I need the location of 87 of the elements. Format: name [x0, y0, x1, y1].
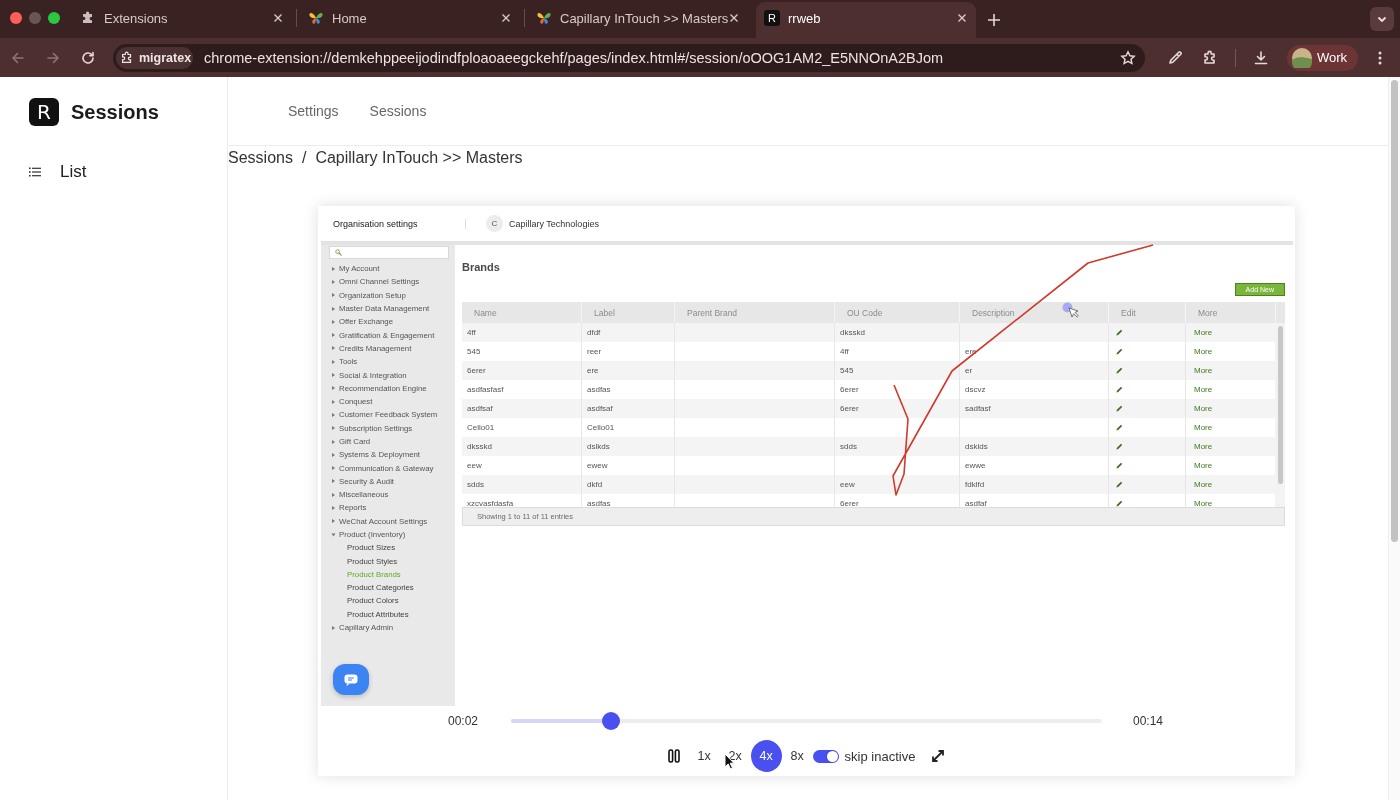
browser-tab[interactable]: Extensions — [72, 2, 292, 38]
nav-link[interactable]: Sessions — [369, 103, 427, 119]
more-link[interactable]: More — [1194, 499, 1213, 507]
page-scrollbar[interactable] — [1391, 80, 1398, 542]
zoom-window-icon[interactable] — [48, 12, 60, 24]
pause-icon[interactable] — [667, 749, 680, 763]
butterfly-icon — [536, 10, 552, 26]
site-info-chip[interactable]: migratex — [116, 46, 193, 69]
pencil-icon[interactable] — [1116, 481, 1123, 488]
pencil-icon[interactable] — [1116, 443, 1123, 450]
more-link[interactable]: More — [1194, 366, 1213, 375]
butterfly-icon — [308, 10, 324, 26]
new-tab-icon[interactable] — [986, 12, 1002, 28]
sidebar-item[interactable]: List — [29, 160, 87, 184]
pencil-icon[interactable] — [1116, 424, 1123, 431]
breadcrumb-link[interactable]: Sessions — [228, 149, 293, 167]
more-link[interactable]: More — [1194, 328, 1213, 337]
app-logo: R — [29, 98, 59, 126]
table-cell-text: xzcvasfdasfa — [466, 498, 515, 507]
section-title: Brands — [462, 260, 500, 274]
download-icon[interactable] — [1253, 49, 1269, 66]
more-link[interactable]: More — [1194, 385, 1213, 394]
table-cell-text: dksskd — [466, 441, 493, 453]
table-cell-text: eew — [466, 460, 483, 472]
more-link[interactable]: More — [1194, 347, 1213, 356]
close-tab-icon[interactable] — [272, 12, 284, 24]
fullscreen-icon[interactable] — [931, 749, 946, 763]
table-cell-text: 545 — [466, 346, 482, 358]
current-time: 00:02 — [448, 714, 480, 728]
pencil-icon[interactable] — [1116, 405, 1123, 412]
breadcrumb-separator: / — [301, 149, 307, 167]
table-cell-text: asdfsaf — [466, 403, 494, 415]
pencil-icon[interactable] — [1116, 462, 1123, 469]
more-link[interactable]: More — [1194, 423, 1213, 432]
address-bar[interactable]: migratex chrome-extension://demkehppeeijodindfploaoaeegckehf/pages/index.html#/session/oOOG1AM2_E5NNOnA2BJom — [113, 43, 1145, 72]
table-cell-text: Cello01 — [466, 422, 496, 434]
column-header: Name — [473, 306, 498, 320]
chat-button[interactable] — [333, 664, 369, 695]
slider-handle[interactable] — [602, 712, 621, 730]
speed-button[interactable]: 8x — [781, 740, 813, 772]
close-tab-icon[interactable] — [956, 12, 968, 24]
browser-tab[interactable]: R rrweb — [756, 2, 976, 38]
close-tab-icon[interactable] — [500, 12, 512, 24]
org-avatar: C — [486, 215, 503, 232]
search-field[interactable] — [329, 246, 449, 259]
speed-button[interactable]: 2x — [719, 740, 751, 772]
table-cell-text: asdfasfasf — [466, 384, 505, 396]
close-tab-icon[interactable] — [728, 12, 741, 24]
table-cell-text: 4ff — [466, 327, 477, 339]
search-icon — [335, 249, 342, 256]
toggle-label: skip inactive — [844, 748, 916, 764]
puzzle-icon[interactable] — [1202, 49, 1218, 66]
puzzle-icon — [120, 50, 134, 65]
pencil-icon[interactable] — [1116, 348, 1123, 355]
speed-button[interactable]: 4x — [750, 740, 782, 772]
url-text: chrome-extension://demkehppeeijodindfploaoaeegckehf/pages/index.html#/session/oOOG1AM2_E5NNOnA2BJom — [204, 49, 945, 66]
nav-link[interactable]: Settings — [288, 103, 339, 119]
replay-cursor-icon — [1062, 302, 1080, 320]
more-link[interactable]: More — [1194, 404, 1213, 413]
pencil-icon[interactable] — [1116, 329, 1123, 336]
more-link[interactable]: More — [1194, 480, 1213, 489]
speed-button[interactable]: 1x — [688, 740, 720, 772]
more-link[interactable]: More — [1194, 442, 1213, 451]
pencil-icon[interactable] — [1116, 367, 1123, 374]
browser-tab[interactable]: Home — [300, 2, 520, 38]
eyedropper-icon[interactable] — [1167, 49, 1183, 66]
tab-search-button[interactable] — [1370, 7, 1394, 31]
page-heading: Organisation settings — [333, 218, 419, 229]
more-link[interactable]: More — [1194, 461, 1213, 470]
browser-tab[interactable]: Capillary InTouch >> Masters — [528, 2, 748, 38]
app-title: Sessions — [71, 100, 159, 124]
total-time: 00:14 — [1133, 714, 1165, 728]
pencil-icon[interactable] — [1116, 386, 1123, 393]
list-icon — [29, 167, 41, 177]
bookmark-star-icon[interactable] — [1120, 49, 1136, 66]
close-window-icon[interactable] — [10, 12, 22, 24]
chat-icon — [344, 673, 358, 686]
profile-button[interactable]: Work — [1287, 44, 1358, 71]
table-cell-text: sdds — [466, 479, 485, 491]
org-name: Capillary Technologies — [509, 218, 599, 229]
reload-icon[interactable] — [80, 49, 96, 66]
breadcrumb-current: Capillary InTouch >> Masters — [315, 149, 523, 167]
avatar-icon — [1292, 47, 1312, 68]
tab-logo: R — [764, 10, 780, 26]
scrollbar-thumb[interactable] — [1278, 326, 1283, 484]
toggle-switch[interactable] — [812, 749, 839, 763]
table-cell-text: 6erer — [466, 365, 487, 377]
